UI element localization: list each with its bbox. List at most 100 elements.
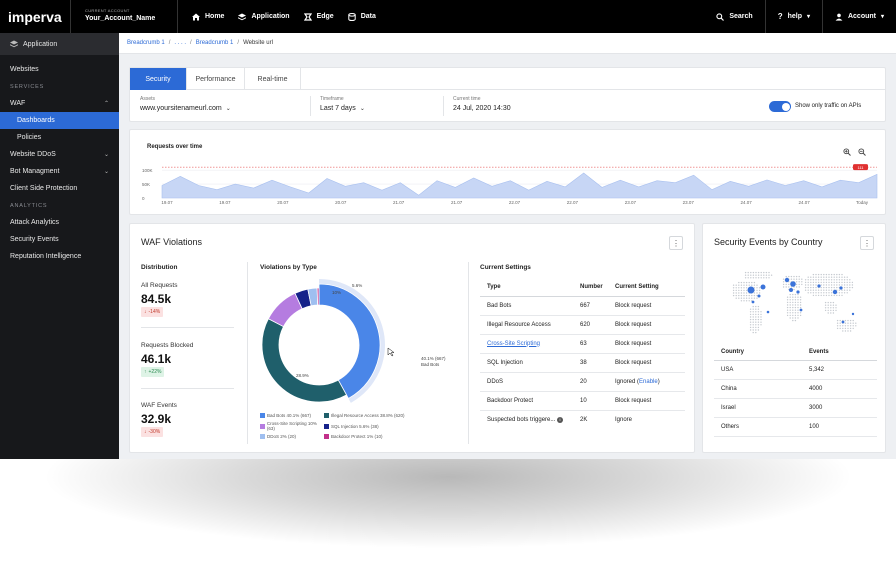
map-hotspot[interactable] xyxy=(747,286,755,294)
sidebar-app-label: Application xyxy=(23,40,58,48)
map-hotspot[interactable] xyxy=(790,281,796,287)
map-dot xyxy=(752,308,754,310)
cell-type: Illegal Resource Access xyxy=(480,315,580,335)
map-dot xyxy=(763,277,765,279)
nav-application[interactable]: Application xyxy=(238,13,290,21)
assets-filter[interactable]: Assets www.yoursitenameurl.com ⌄ xyxy=(140,96,231,112)
sidebar-item-websites[interactable]: Websites xyxy=(0,61,119,78)
sidebar-item-website-ddos[interactable]: Website DDoS ⌄ xyxy=(0,146,119,163)
map-hotspot[interactable] xyxy=(796,290,800,294)
map-hotspot[interactable] xyxy=(839,286,843,290)
more-options-button[interactable]: ⋮ xyxy=(669,236,683,250)
map-dot xyxy=(825,292,828,294)
type-text: SQL Injection xyxy=(487,359,523,366)
cell-type: Backdoor Protect xyxy=(480,391,580,411)
map-dot xyxy=(839,322,841,324)
sidebar-item-security-events[interactable]: Security Events xyxy=(0,231,119,248)
kebab-icon: ⋮ xyxy=(863,238,871,248)
violations-by-type-title: Violations by Type xyxy=(260,264,317,271)
sidebar-item-policies[interactable]: Policies xyxy=(0,129,119,146)
breadcrumb-link[interactable]: Breadcrumb 1 xyxy=(196,40,234,46)
map-dot xyxy=(812,276,815,278)
map-dot xyxy=(833,284,835,286)
sidebar-app-header[interactable]: Application xyxy=(0,33,119,55)
map-dot xyxy=(755,308,757,310)
distribution-title: Distribution xyxy=(141,264,178,271)
map-hotspot[interactable] xyxy=(789,288,793,292)
sidebar-item-client-side-protection[interactable]: Client Side Protection xyxy=(0,180,119,197)
sidebar-item-dashboards[interactable]: Dashboards xyxy=(0,112,119,129)
map-dot xyxy=(838,292,841,294)
map-dot xyxy=(788,286,790,288)
map-dot xyxy=(757,324,760,326)
breadcrumb-link[interactable]: Breadcrumb 1 xyxy=(127,40,165,46)
map-hotspot[interactable] xyxy=(817,284,821,288)
map-dot xyxy=(820,294,822,297)
map-dot xyxy=(825,289,828,291)
number-text: 38 xyxy=(580,359,587,366)
sidebar-item-reputation-intelligence[interactable]: Reputation Intelligence xyxy=(0,248,119,265)
info-icon[interactable]: i xyxy=(557,416,564,423)
map-hotspot[interactable] xyxy=(832,289,838,295)
tab-security[interactable]: Security xyxy=(130,68,187,90)
country-text: USA xyxy=(721,366,734,373)
map-hotspot[interactable] xyxy=(784,277,790,283)
map-dot xyxy=(749,308,752,310)
map-dot xyxy=(768,271,770,274)
nav-edge[interactable]: Edge xyxy=(303,12,334,21)
map-dot xyxy=(825,294,828,297)
map-dot xyxy=(838,289,841,291)
map-hotspot[interactable] xyxy=(751,300,755,304)
map-dot xyxy=(753,297,756,299)
donut-slice[interactable] xyxy=(261,318,348,403)
map-dot xyxy=(797,312,799,314)
sidebar-item-attack-analytics[interactable]: Attack Analytics xyxy=(0,214,119,231)
imperva-logo[interactable]: imperva xyxy=(0,0,71,33)
map-hotspot[interactable] xyxy=(757,294,761,298)
nav-home[interactable]: Home xyxy=(192,13,224,21)
chevron-down-icon: ▾ xyxy=(880,14,884,20)
map-dot xyxy=(758,287,761,289)
sidebar-item-label: Client Side Protection xyxy=(10,185,78,192)
search-button[interactable]: Search xyxy=(704,0,764,33)
map-dot xyxy=(797,304,799,306)
map-hotspot[interactable] xyxy=(851,312,855,316)
enable-link[interactable]: Enable xyxy=(639,379,658,385)
legend-swatch xyxy=(324,423,329,429)
more-options-button[interactable]: ⋮ xyxy=(860,236,874,250)
map-hotspot[interactable] xyxy=(766,310,770,314)
cell-events: 100 xyxy=(809,417,877,437)
account-switcher[interactable]: CURRENT ACCOUNT Your_Account_Name xyxy=(71,0,178,33)
map-dot xyxy=(797,309,799,311)
map-hotspot[interactable] xyxy=(760,284,766,290)
map-dot xyxy=(830,281,833,284)
map-hotspot[interactable] xyxy=(799,308,803,312)
tab-real-time[interactable]: Real-time xyxy=(245,68,301,90)
map-dot xyxy=(825,284,828,286)
map-dot xyxy=(843,292,846,294)
map-hotspot[interactable] xyxy=(841,320,845,324)
map-dot xyxy=(798,275,800,278)
map-dot xyxy=(799,299,802,301)
breadcrumb-ellipsis[interactable]: . . . . xyxy=(174,40,186,46)
timeframe-filter[interactable]: Timeframe Last 7 days ⌄ xyxy=(320,96,365,112)
map-dot xyxy=(790,275,793,278)
tab-performance[interactable]: Performance xyxy=(187,68,245,90)
nav-data[interactable]: Data xyxy=(348,12,376,21)
donut-slice[interactable] xyxy=(316,287,320,306)
api-traffic-toggle[interactable] xyxy=(769,101,791,112)
map-dot xyxy=(788,275,790,278)
account-menu[interactable]: Account ▾ xyxy=(821,0,896,33)
map-dot xyxy=(743,300,745,302)
sidebar-item-bot-management[interactable]: Bot Managment ⌄ xyxy=(0,163,119,180)
help-menu[interactable]: ? help ▾ xyxy=(764,0,822,33)
map-dot xyxy=(752,313,754,316)
y-tick-label: 50K xyxy=(142,182,150,187)
map-dot xyxy=(794,306,797,309)
map-dot xyxy=(794,296,797,298)
filter-card: Security Performance Real-time Assets ww… xyxy=(129,67,886,122)
cell-country: China xyxy=(714,379,809,399)
type-text[interactable]: Cross-Site Scripting xyxy=(487,341,540,347)
cell-type[interactable]: Cross-Site Scripting xyxy=(480,334,580,354)
sidebar-item-waf[interactable]: WAF ⌃ xyxy=(0,95,119,112)
